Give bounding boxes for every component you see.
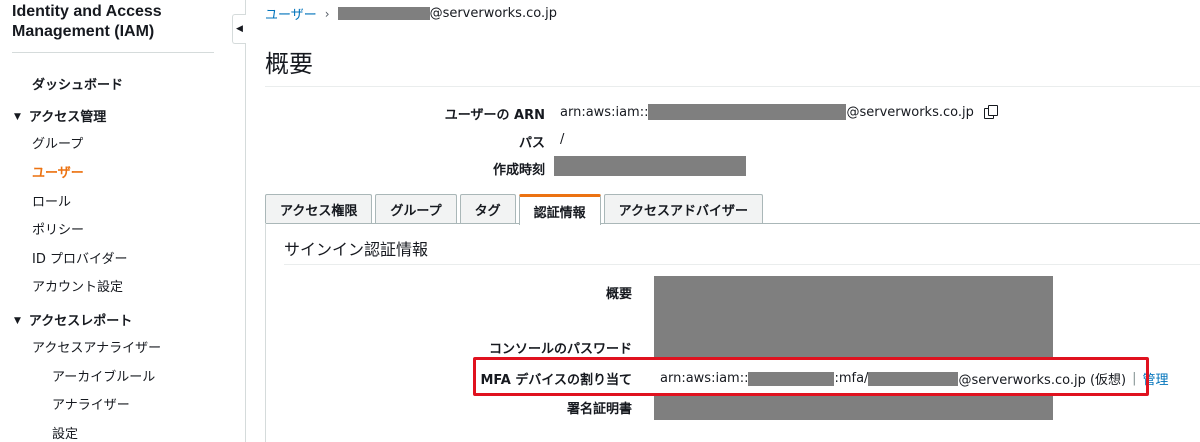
console-password-label: コンソールのパスワード xyxy=(488,342,632,357)
redacted-credentials-block xyxy=(654,276,1053,359)
title-divider xyxy=(265,86,1200,87)
created-label: 作成時刻 xyxy=(492,163,545,178)
breadcrumb: ユーザー › @serverworks.co.jp xyxy=(265,4,557,23)
sidebar-item-policies[interactable]: ポリシー xyxy=(32,219,84,238)
sidebar-item-access-analyzer[interactable]: アクセスアナライザー xyxy=(32,337,161,356)
sidebar-separator xyxy=(245,0,246,442)
sidebar-divider xyxy=(12,52,214,53)
section-divider xyxy=(284,264,1200,265)
sidebar-section-access-management[interactable]: ▼ アクセス管理 xyxy=(14,106,106,125)
caret-down-icon: ▼ xyxy=(14,316,21,326)
sidebar-item-groups[interactable]: グループ xyxy=(32,133,83,152)
sidebar-item-id-providers[interactable]: ID プロバイダー xyxy=(32,248,127,267)
redacted-created-time xyxy=(554,156,746,176)
breadcrumb-users-link[interactable]: ユーザー xyxy=(265,4,317,23)
mfa-highlight-box xyxy=(473,357,1149,396)
redacted-arn xyxy=(648,104,847,120)
user-arn-prefix: arn:aws:iam:: xyxy=(560,104,649,120)
sidebar-title: Identity and Access Management (IAM) xyxy=(12,3,162,40)
tab-security-credentials[interactable]: 認証情報 xyxy=(518,194,601,225)
tab-tags[interactable]: タグ xyxy=(459,194,516,224)
sidebar-item-account-settings[interactable]: アカウント設定 xyxy=(32,276,123,295)
sidebar-item-settings[interactable]: 設定 xyxy=(52,423,78,442)
redacted-signing-cert xyxy=(654,396,1053,420)
caret-down-icon: ▼ xyxy=(14,112,21,122)
sidebar-section-access-reports[interactable]: ▼ アクセスレポート xyxy=(14,310,132,329)
chevron-right-icon: › xyxy=(324,6,330,21)
redacted-username xyxy=(337,7,430,20)
breadcrumb-current: @serverworks.co.jp xyxy=(429,6,557,21)
path-label: パス xyxy=(518,136,545,151)
tab-permissions[interactable]: アクセス権限 xyxy=(265,194,373,224)
sidebar-item-roles[interactable]: ロール xyxy=(32,191,71,210)
sidebar-item-analyzers[interactable]: アナライザー xyxy=(52,394,130,413)
sidebar-collapse-button[interactable]: ◀ xyxy=(232,14,246,44)
sidebar-item-dashboard[interactable]: ダッシュボード xyxy=(32,74,123,93)
user-arn-suffix: @serverworks.co.jp xyxy=(846,104,974,120)
copy-icon[interactable] xyxy=(983,105,998,119)
sidebar: Identity and Access Management (IAM) ダッシ… xyxy=(0,0,232,442)
path-value: / xyxy=(560,132,565,147)
tab-underline xyxy=(265,223,1200,224)
signing-cert-label: 署名証明書 xyxy=(566,402,632,417)
sidebar-section-label: アクセスレポート xyxy=(28,314,133,329)
sidebar-section-label: アクセス管理 xyxy=(28,110,107,125)
page-title: 概要 xyxy=(265,50,313,78)
caret-left-icon: ◀ xyxy=(236,24,243,34)
sidebar-item-users[interactable]: ユーザー xyxy=(32,162,84,181)
sidebar-item-archive-rules[interactable]: アーカイブルール xyxy=(52,366,155,385)
tab-bar: アクセス権限 グループ タグ 認証情報 アクセスアドバイザー xyxy=(265,194,766,225)
user-arn-label: ユーザーの ARN xyxy=(444,108,545,123)
panel-border xyxy=(265,223,266,442)
credentials-summary-label: 概要 xyxy=(605,287,632,302)
section-title: サインイン認証情報 xyxy=(284,240,429,259)
tab-groups[interactable]: グループ xyxy=(375,194,457,224)
user-arn-value: arn:aws:iam:: @serverworks.co.jp xyxy=(560,104,998,120)
tab-access-advisor[interactable]: アクセスアドバイザー xyxy=(603,194,763,224)
